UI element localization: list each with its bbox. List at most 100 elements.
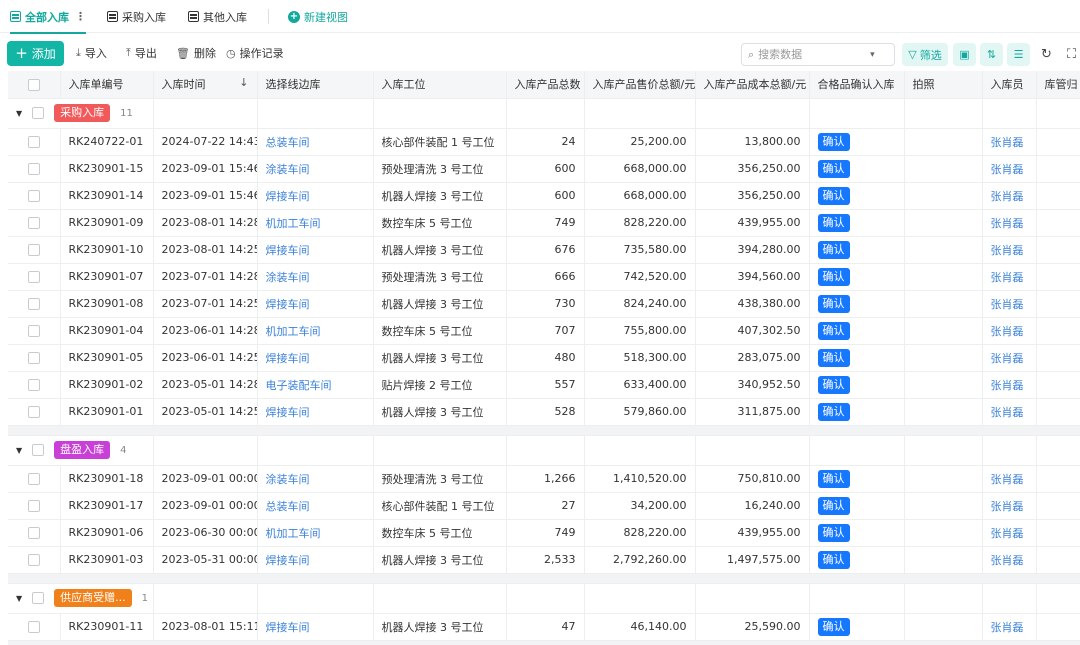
col-header-id[interactable]: 入库单编号 bbox=[60, 71, 154, 99]
confirm-button[interactable]: 确认 bbox=[817, 469, 850, 488]
row-checkbox[interactable] bbox=[27, 298, 40, 310]
cell-photo[interactable] bbox=[904, 398, 983, 426]
table-row[interactable]: RK230901-03 2023-05-31 00:00 焊接车间 机器人焊接 3 号… bbox=[8, 546, 1080, 574]
cell-staff-link[interactable]: 张肖磊 bbox=[982, 182, 1037, 210]
confirm-button[interactable]: 确认 bbox=[817, 186, 850, 205]
cell-staff-link[interactable]: 张肖磊 bbox=[982, 209, 1037, 237]
col-header-warehouse[interactable]: 库管归 bbox=[1036, 71, 1080, 99]
cell-warehouse[interactable] bbox=[1036, 182, 1080, 210]
table-row[interactable]: RK230901-09 2023-08-01 14:28 机加工车间 数控车床 5 号… bbox=[8, 209, 1080, 237]
cell-warehouse[interactable] bbox=[1036, 344, 1080, 372]
col-header-library[interactable]: 选择线边库 bbox=[257, 71, 374, 99]
cell-warehouse[interactable] bbox=[1036, 465, 1080, 493]
select-all-checkbox[interactable] bbox=[27, 78, 40, 91]
col-header-time[interactable]: 入库时间 ↓ bbox=[153, 71, 258, 99]
table-row[interactable]: RK230901-18 2023-09-01 00:00 涂装车间 预处理清洗 3 号… bbox=[8, 465, 1080, 493]
cell-photo[interactable] bbox=[904, 290, 983, 318]
cell-warehouse[interactable] bbox=[1036, 317, 1080, 345]
table-row[interactable]: RK230901-02 2023-05-01 14:28 电子装配车间 贴片焊接 2 … bbox=[8, 371, 1080, 399]
search-input[interactable] bbox=[758, 48, 867, 61]
table-row[interactable]: RK230901-15 2023-09-01 15:46 涂装车间 预处理清洗 3 号… bbox=[8, 155, 1080, 183]
cell-staff-link[interactable]: 张肖磊 bbox=[982, 371, 1037, 399]
table-row[interactable]: RK230901-04 2023-06-01 14:28 机加工车间 数控车床 5 号… bbox=[8, 317, 1080, 345]
cell-library-link[interactable]: 涂装车间 bbox=[257, 263, 374, 291]
table-row[interactable]: RK230901-14 2023-09-01 15:46 焊接车间 机器人焊接 3 号… bbox=[8, 182, 1080, 210]
cell-staff-link[interactable]: 张肖磊 bbox=[982, 317, 1037, 345]
confirm-button[interactable]: 确认 bbox=[817, 240, 850, 259]
cell-staff-link[interactable]: 张肖磊 bbox=[982, 128, 1037, 156]
cell-warehouse[interactable] bbox=[1036, 371, 1080, 399]
cell-warehouse[interactable] bbox=[1036, 155, 1080, 183]
export-button[interactable]: ⤒ 导出 bbox=[126, 45, 157, 61]
row-checkbox[interactable] bbox=[27, 621, 40, 633]
confirm-button[interactable]: 确认 bbox=[817, 159, 850, 178]
cell-staff-link[interactable]: 张肖磊 bbox=[982, 519, 1037, 547]
cell-photo[interactable] bbox=[904, 344, 983, 372]
cell-staff-link[interactable]: 张肖磊 bbox=[982, 465, 1037, 493]
group-header-row[interactable]: ▼ 供应商受赠... 1 bbox=[8, 583, 1080, 614]
row-checkbox[interactable] bbox=[27, 554, 40, 566]
confirm-button[interactable]: 确认 bbox=[817, 321, 850, 340]
cell-library-link[interactable]: 电子装配车间 bbox=[257, 371, 374, 399]
card-view-button[interactable]: ▣ bbox=[953, 43, 976, 66]
cell-warehouse[interactable] bbox=[1036, 128, 1080, 156]
operation-log-button[interactable]: ◷ 操作记录 bbox=[226, 45, 284, 61]
cell-photo[interactable] bbox=[904, 155, 983, 183]
cell-library-link[interactable]: 机加工车间 bbox=[257, 519, 374, 547]
confirm-button[interactable]: 确认 bbox=[817, 267, 850, 286]
delete-button[interactable]: 🗑 删除 bbox=[176, 45, 216, 61]
cell-warehouse[interactable] bbox=[1036, 546, 1080, 574]
table-row[interactable]: RK230901-05 2023-06-01 14:25 焊接车间 机器人焊接 3 号… bbox=[8, 344, 1080, 372]
cell-photo[interactable] bbox=[904, 371, 983, 399]
confirm-button[interactable]: 确认 bbox=[817, 617, 850, 636]
cell-staff-link[interactable]: 张肖磊 bbox=[982, 263, 1037, 291]
tab-purchase-inbound[interactable]: 采购入库 bbox=[107, 0, 166, 33]
cell-library-link[interactable]: 焊接车间 bbox=[257, 290, 374, 318]
group-header-row[interactable]: ▼ 采购入库 11 bbox=[8, 98, 1080, 129]
table-row[interactable]: RK240722-01 2024-07-22 14:43 总装车间 核心部件装配 1 … bbox=[8, 128, 1080, 156]
col-header-photo[interactable]: 拍照 bbox=[904, 71, 983, 99]
cell-library-link[interactable]: 总装车间 bbox=[257, 492, 374, 520]
cell-library-link[interactable]: 涂装车间 bbox=[257, 465, 374, 493]
cell-library-link[interactable]: 焊接车间 bbox=[257, 398, 374, 426]
sort-button[interactable]: ⇅ bbox=[980, 43, 1003, 66]
col-header-cost[interactable]: 入库产品成本总额/元 bbox=[695, 71, 810, 99]
cell-library-link[interactable]: 机加工车间 bbox=[257, 209, 374, 237]
row-checkbox[interactable] bbox=[27, 136, 40, 148]
cell-staff-link[interactable]: 张肖磊 bbox=[982, 546, 1037, 574]
col-header-price[interactable]: 入库产品售价总额/元 bbox=[584, 71, 696, 99]
cell-staff-link[interactable]: 张肖磊 bbox=[982, 344, 1037, 372]
row-checkbox[interactable] bbox=[27, 163, 40, 175]
fullscreen-button[interactable]: ⛶ bbox=[1060, 43, 1080, 66]
group-checkbox[interactable] bbox=[32, 592, 45, 604]
table-row[interactable]: RK230901-08 2023-07-01 14:25 焊接车间 机器人焊接 3 号… bbox=[8, 290, 1080, 318]
row-checkbox[interactable] bbox=[27, 190, 40, 202]
cell-warehouse[interactable] bbox=[1036, 398, 1080, 426]
confirm-button[interactable]: 确认 bbox=[817, 348, 850, 367]
row-checkbox[interactable] bbox=[27, 271, 40, 283]
collapse-triangle-icon[interactable]: ▼ bbox=[16, 109, 22, 118]
table-row[interactable]: RK230901-17 2023-09-01 00:00 总装车间 核心部件装配 1 … bbox=[8, 492, 1080, 520]
cell-library-link[interactable]: 焊接车间 bbox=[257, 236, 374, 264]
row-checkbox[interactable] bbox=[27, 352, 40, 364]
table-row[interactable]: RK230901-11 2023-08-01 15:11 焊接车间 机器人焊接 3 号… bbox=[8, 613, 1080, 641]
cell-warehouse[interactable] bbox=[1036, 613, 1080, 641]
cell-library-link[interactable]: 焊接车间 bbox=[257, 613, 374, 641]
confirm-button[interactable]: 确认 bbox=[817, 375, 850, 394]
refresh-button[interactable]: ↻ bbox=[1035, 43, 1058, 66]
table-row[interactable]: RK230901-01 2023-05-01 14:25 焊接车间 机器人焊接 3 号… bbox=[8, 398, 1080, 426]
cell-staff-link[interactable]: 张肖磊 bbox=[982, 236, 1037, 264]
new-view-button[interactable]: + 新建视图 bbox=[288, 0, 348, 33]
add-button[interactable]: + 添加 bbox=[7, 41, 64, 66]
cell-photo[interactable] bbox=[904, 465, 983, 493]
import-button[interactable]: ⤓ 导入 bbox=[76, 45, 107, 61]
cell-warehouse[interactable] bbox=[1036, 209, 1080, 237]
cell-warehouse[interactable] bbox=[1036, 263, 1080, 291]
search-box[interactable]: ⌕ ▾ bbox=[741, 43, 895, 66]
cell-warehouse[interactable] bbox=[1036, 492, 1080, 520]
chevron-down-icon[interactable]: ▾ bbox=[870, 50, 875, 60]
cell-library-link[interactable]: 总装车间 bbox=[257, 128, 374, 156]
confirm-button[interactable]: 确认 bbox=[817, 402, 850, 421]
confirm-button[interactable]: 确认 bbox=[817, 132, 850, 151]
row-checkbox[interactable] bbox=[27, 527, 40, 539]
